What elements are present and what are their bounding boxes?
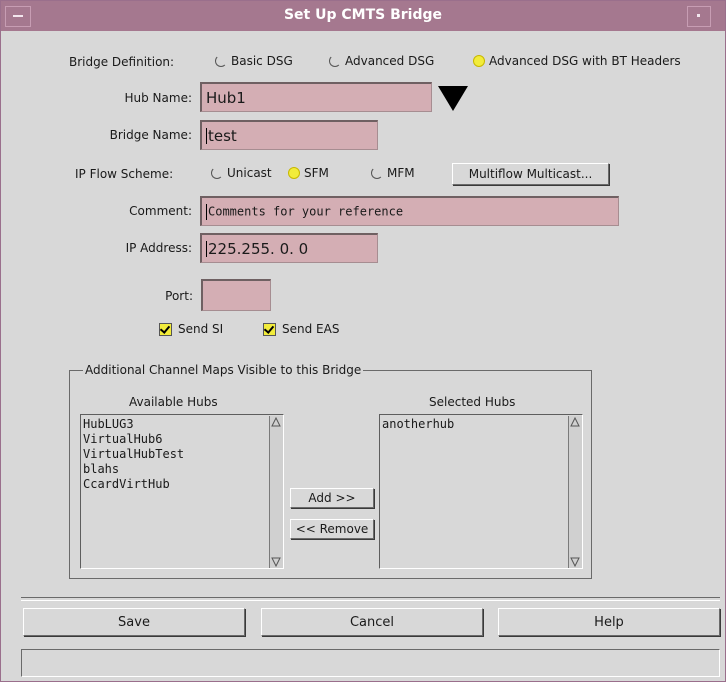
list-item[interactable]: CcardVirtHub	[83, 477, 184, 492]
radio-label: Basic DSG	[231, 54, 293, 68]
radio-mfm[interactable]: MFM	[371, 166, 415, 180]
list-item[interactable]: blahs	[83, 462, 184, 477]
window-maximize-button[interactable]	[687, 6, 711, 27]
radio-sfm[interactable]: SFM	[288, 166, 329, 180]
ip-address-label: IP Address:	[125, 241, 192, 255]
available-hubs-list[interactable]: HubLUG3 VirtualHub6 VirtualHubTest blahs…	[80, 414, 284, 569]
status-bar	[21, 649, 720, 677]
radio-label: Unicast	[227, 166, 272, 180]
text-cursor	[206, 128, 207, 144]
bridge-name-value: test	[208, 126, 237, 145]
radio-advanced-dsg-bt[interactable]: Advanced DSG with BT Headers	[473, 54, 681, 68]
cancel-button[interactable]: Cancel	[261, 608, 483, 636]
scroll-up-icon[interactable]	[570, 417, 580, 427]
selected-scrollbar[interactable]	[568, 416, 582, 568]
ip-flow-scheme-label: IP Flow Scheme:	[75, 167, 174, 181]
hub-name-field[interactable]: Hub1	[200, 82, 432, 112]
checkbox-label: Send SI	[178, 322, 224, 336]
comment-field[interactable]: Comments for your reference	[200, 196, 619, 226]
footer-separator	[21, 597, 720, 601]
list-item[interactable]: VirtualHub6	[83, 432, 184, 447]
text-cursor	[206, 241, 207, 257]
comment-value: Comments for your reference	[208, 204, 404, 218]
radio-label: SFM	[304, 166, 329, 180]
send-si-checkbox[interactable]: Send SI	[159, 322, 223, 336]
radio-label: MFM	[387, 166, 415, 180]
radio-basic-dsg[interactable]: Basic DSG	[215, 54, 293, 68]
radio-icon	[215, 55, 227, 67]
scroll-down-icon[interactable]	[570, 557, 580, 567]
ip-address-field[interactable]: 225.255. 0. 0	[200, 233, 378, 263]
hub-name-value: Hub1	[206, 88, 246, 107]
checkbox-label: Send EAS	[282, 322, 340, 336]
checkbox-checked-icon	[159, 322, 172, 336]
list-item[interactable]: anotherhub	[382, 417, 454, 432]
radio-selected-icon	[288, 167, 300, 179]
port-field[interactable]	[201, 279, 271, 311]
bridge-definition-label: Bridge Definition:	[69, 55, 175, 69]
window-title: Set Up CMTS Bridge	[283, 7, 443, 23]
title-bar[interactable]: Set Up CMTS Bridge	[1, 1, 725, 31]
dialog-window: Set Up CMTS Bridge Bridge Definition: Ba…	[0, 0, 726, 682]
available-scrollbar[interactable]	[269, 416, 283, 568]
bridge-name-field[interactable]: test	[200, 120, 378, 150]
radio-icon	[371, 167, 383, 179]
scroll-down-icon[interactable]	[271, 557, 281, 567]
available-hubs-label: Available Hubs	[129, 395, 218, 409]
radio-label: Advanced DSG with BT Headers	[489, 54, 681, 68]
hub-dropdown-arrow-icon[interactable]	[438, 86, 468, 111]
comment-label: Comment:	[129, 204, 192, 218]
hub-name-label: Hub Name:	[124, 91, 192, 105]
help-button[interactable]: Help	[498, 608, 720, 636]
send-eas-checkbox[interactable]: Send EAS	[263, 322, 339, 336]
remove-button[interactable]: << Remove	[290, 519, 374, 539]
channel-maps-legend: Additional Channel Maps Visible to this …	[83, 363, 364, 377]
radio-icon	[329, 55, 341, 67]
radio-unicast[interactable]: Unicast	[211, 166, 272, 180]
add-button[interactable]: Add >>	[290, 488, 374, 508]
radio-advanced-dsg[interactable]: Advanced DSG	[329, 54, 434, 68]
list-item[interactable]: VirtualHubTest	[83, 447, 184, 462]
port-label: Port:	[165, 289, 193, 303]
selected-hubs-label: Selected Hubs	[429, 395, 516, 409]
bridge-name-label: Bridge Name:	[109, 128, 192, 142]
text-cursor	[206, 203, 207, 220]
list-item[interactable]: HubLUG3	[83, 417, 184, 432]
radio-icon	[211, 167, 223, 179]
multiflow-multicast-button[interactable]: Multiflow Multicast...	[452, 163, 609, 185]
save-button[interactable]: Save	[23, 608, 245, 636]
checkbox-checked-icon	[263, 322, 276, 336]
scroll-up-icon[interactable]	[271, 417, 281, 427]
radio-label: Advanced DSG	[345, 54, 435, 68]
selected-hubs-list[interactable]: anotherhub	[379, 414, 583, 569]
ip-address-value: 225.255. 0. 0	[208, 239, 309, 258]
radio-selected-icon	[473, 55, 485, 67]
